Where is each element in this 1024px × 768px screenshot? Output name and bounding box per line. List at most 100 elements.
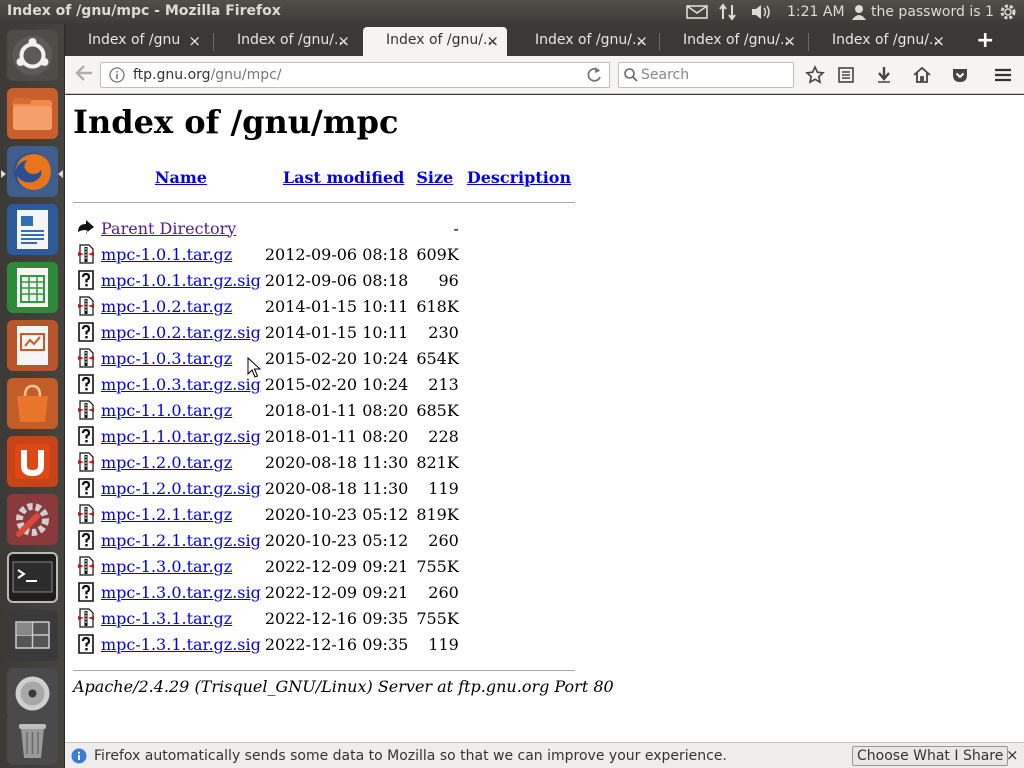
tab-close-icon[interactable]: × [932,32,945,50]
sort-by-last-modified-link[interactable]: Last modified [283,168,404,187]
file-link[interactable]: mpc-1.2.0.tar.gz [101,453,232,472]
mail-icon[interactable] [686,2,708,22]
file-link[interactable]: mpc-1.3.0.tar.gz [101,557,232,576]
files-launcher[interactable] [7,88,58,139]
date-cell: 2020-10-23 05:12 [264,504,409,524]
icon-cell [73,553,101,579]
parent-directory-link[interactable]: Parent Directory [101,219,236,238]
volume-icon[interactable] [750,2,772,22]
file-link[interactable]: mpc-1.0.2.tar.gz [101,297,232,316]
writer-launcher[interactable] [7,204,58,255]
search-bar[interactable]: Search [618,62,794,88]
unknown-file-icon [78,530,94,550]
tab-index-gnu-5[interactable]: Index of /gnu/... × [660,27,804,56]
archive-file-icon [78,504,94,524]
tab-index-gnu-4[interactable]: Index of /gnu/... × [512,27,656,56]
search-input[interactable]: Search [641,67,689,83]
date-cell: 2020-08-18 11:30 [264,452,409,472]
unknown-file-icon [78,426,94,446]
url-text[interactable]: ftp.gnu.org/gnu/mpc/ [133,67,282,83]
file-link[interactable]: mpc-1.3.1.tar.gz.sig [101,635,261,654]
icon-cell [73,345,101,371]
icon-cell [73,449,101,475]
file-link[interactable]: mpc-1.1.0.tar.gz [101,401,232,420]
url-host: ftp.gnu.org [133,67,211,83]
tab-close-icon[interactable]: × [635,32,648,50]
tab-close-icon[interactable]: × [486,32,499,50]
disc-icon [15,676,50,711]
clock[interactable]: 1:21 AM [787,2,845,22]
date-cell: 2020-10-23 05:12 [264,530,409,550]
sort-by-description-link[interactable]: Description [467,168,571,187]
size-cell: 819K [416,504,459,524]
bookmarks-menu-icon[interactable] [836,65,856,85]
hamburger-menu-icon[interactable] [993,65,1013,85]
name-cell: mpc-1.2.0.tar.gz [101,449,261,475]
firefox-launcher[interactable] [7,146,58,197]
trash-launcher[interactable] [7,714,58,765]
tab-index-gnu-6[interactable]: Index of /gnu/... × [809,27,953,56]
tab-index-gnu-2[interactable]: Index of /gnu/... × [214,27,358,56]
tab-close-icon[interactable]: × [337,32,350,50]
notification-close-icon[interactable]: × [1006,746,1019,764]
file-link[interactable]: mpc-1.0.2.tar.gz.sig [101,323,261,342]
software-center-launcher[interactable] [7,378,58,429]
name-cell: mpc-1.0.3.tar.gz [101,345,261,371]
bookmark-star-icon[interactable] [805,65,825,85]
table-row: mpc-1.3.1.tar.gz.sig 2022-12-16 09:35 119 [73,631,575,657]
file-link[interactable]: mpc-1.2.1.tar.gz [101,505,232,524]
name-cell: Parent Directory [101,215,261,241]
workspace-switcher-launcher[interactable] [7,610,58,661]
terminal-launcher[interactable] [7,552,58,603]
network-icon[interactable] [718,2,738,22]
sort-by-name-link[interactable]: Name [155,168,207,187]
terminal-icon [12,561,53,593]
reload-button[interactable] [580,62,610,88]
site-info-icon[interactable] [109,67,125,83]
date-cell [261,215,412,241]
date-cell: 2015-02-20 10:24 [264,348,409,368]
tab-index-gnu[interactable]: Index of /gnu × [65,27,209,56]
date-cell: 2022-12-09 09:21 [264,556,409,576]
system-settings-launcher[interactable] [7,494,58,545]
tab-index-gnu-mpc-active[interactable]: Index of /gnu/... × [363,27,507,56]
calc-launcher[interactable] [7,262,58,313]
pocket-icon[interactable] [950,65,970,85]
file-link[interactable]: mpc-1.0.1.tar.gz.sig [101,271,261,290]
downloads-icon[interactable] [874,65,894,85]
tab-close-icon[interactable]: × [783,32,796,50]
choose-what-i-share-button[interactable]: Choose What I Share [852,746,1009,766]
new-tab-button[interactable]: + [976,28,994,53]
file-link[interactable]: mpc-1.3.1.tar.gz [101,609,232,628]
session-gear-icon[interactable] [998,2,1018,22]
launcher [0,24,65,768]
icon-cell [73,579,101,605]
active-indicator [58,170,63,178]
trash-icon [19,724,46,758]
user-name: the password is 1 [871,4,994,20]
unknown-file-icon [78,582,94,602]
back-button[interactable] [73,62,101,88]
dash-home-button[interactable] [7,30,58,81]
file-link[interactable]: mpc-1.0.3.tar.gz.sig [101,375,261,394]
tab-label: Index of /gnu/... [683,32,794,48]
ubuntu-one-launcher[interactable] [7,436,58,487]
file-link[interactable]: mpc-1.3.0.tar.gz.sig [101,583,261,602]
tab-close-icon[interactable]: × [188,32,201,50]
size-cell: 260 [428,530,459,550]
home-icon[interactable] [912,65,932,85]
file-link[interactable]: mpc-1.0.1.tar.gz [101,245,232,264]
file-link[interactable]: mpc-1.1.0.tar.gz.sig [101,427,261,446]
file-link[interactable]: mpc-1.2.1.tar.gz.sig [101,531,261,550]
file-link[interactable]: mpc-1.2.0.tar.gz.sig [101,479,261,498]
sort-by-size-link[interactable]: Size [416,168,453,187]
name-cell: mpc-1.2.0.tar.gz.sig [101,475,261,501]
url-bar[interactable]: ftp.gnu.org/gnu/mpc/ [100,62,610,88]
file-link[interactable]: mpc-1.0.3.tar.gz [101,349,232,368]
archive-file-icon [78,348,94,368]
archive-file-icon [78,608,94,628]
disc-launcher[interactable] [7,668,58,719]
impress-launcher[interactable] [7,320,58,371]
date-cell: 2012-09-06 08:18 [264,270,409,290]
user-menu[interactable]: the password is 1 [852,2,994,22]
